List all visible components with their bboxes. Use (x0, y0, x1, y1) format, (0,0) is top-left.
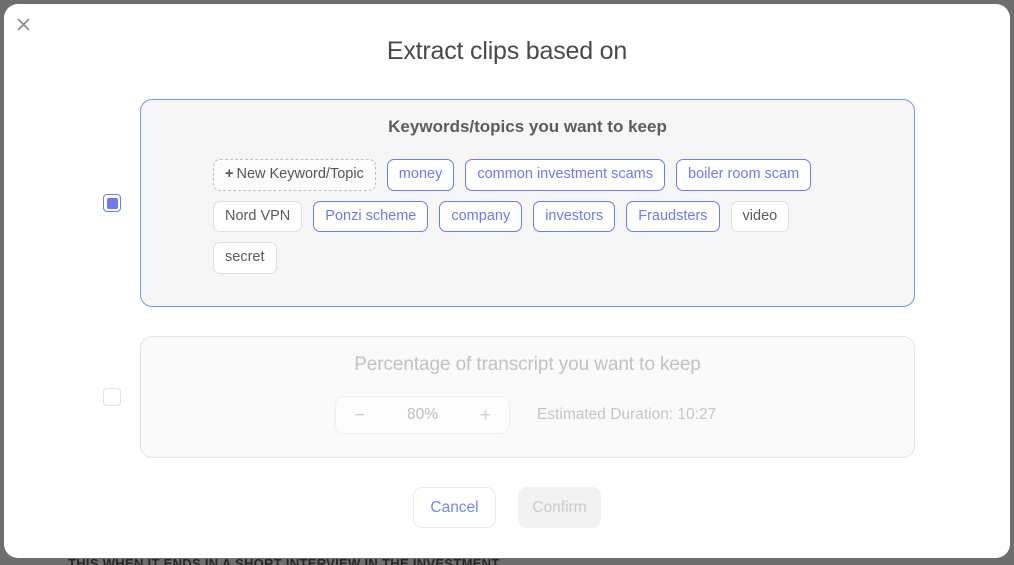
keyword-tag[interactable]: company (439, 200, 523, 232)
dialog-footer: Cancel Confirm (4, 487, 1010, 528)
keywords-panel-title: Keywords/topics you want to keep (388, 117, 667, 136)
keyword-tag[interactable]: money (386, 159, 455, 191)
page-title: Extract clips based on (386, 37, 628, 65)
keyword-tag[interactable]: video (730, 200, 790, 232)
percentage-stepper[interactable]: − 80% + (335, 396, 510, 434)
keyword-tag[interactable]: common investment scams (465, 159, 665, 191)
add-new-keyword-label: New Keyword/Topic (236, 166, 364, 182)
keyword-tag[interactable]: Fraudsters (626, 200, 720, 232)
keyword-tag[interactable]: Nord VPN (213, 200, 303, 232)
plus-icon: + (225, 166, 234, 182)
close-icon[interactable] (14, 15, 32, 33)
keyword-tag[interactable]: boiler room scam (676, 159, 812, 191)
keyword-tag-cloud: + New Keyword/Topic money common investme… (141, 137, 914, 274)
percentage-option-row: Percentage of transcript you want to kee… (4, 336, 1010, 458)
keywords-panel: Keywords/topics you want to keep + New Ke… (140, 99, 915, 307)
percentage-panel: Percentage of transcript you want to kee… (140, 336, 915, 458)
keyword-tag[interactable]: Ponzi scheme (313, 200, 429, 232)
keyword-tag[interactable]: secret (213, 242, 277, 274)
keywords-option-row: Keywords/topics you want to keep + New Ke… (4, 99, 1010, 307)
cancel-button[interactable]: Cancel (413, 487, 496, 528)
percentage-checkbox[interactable] (103, 388, 121, 406)
keyword-tag[interactable]: investors (533, 200, 616, 232)
add-new-keyword-button[interactable]: + New Keyword/Topic (213, 159, 376, 191)
confirm-button: Confirm (518, 487, 601, 528)
estimated-duration-label: Estimated Duration: 10:27 (537, 406, 717, 423)
percentage-panel-title: Percentage of transcript you want to kee… (354, 354, 701, 375)
percentage-controls: − 80% + Estimated Duration: 10:27 (141, 376, 914, 434)
extract-clips-dialog: Extract clips based on Keywords/topics y… (4, 4, 1010, 558)
decrement-icon[interactable]: − (354, 406, 365, 425)
percentage-value: 80% (406, 406, 439, 423)
keywords-checkbox[interactable] (103, 194, 121, 212)
increment-icon[interactable]: + (480, 406, 491, 425)
